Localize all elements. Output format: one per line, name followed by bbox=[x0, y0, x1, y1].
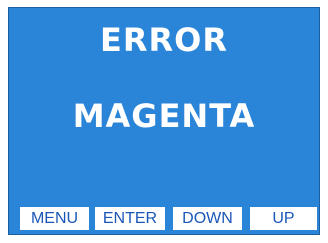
display-line-2: MAGENTA bbox=[72, 97, 256, 135]
lcd-screen: ERROR MAGENTA MENU ENTER DOWN UP bbox=[8, 7, 320, 235]
down-button[interactable]: DOWN bbox=[173, 207, 242, 230]
device-frame: ERROR MAGENTA MENU ENTER DOWN UP bbox=[0, 0, 328, 243]
softkey-bar: MENU ENTER DOWN UP bbox=[9, 207, 319, 231]
display-line-1: ERROR bbox=[100, 21, 228, 59]
up-button[interactable]: UP bbox=[250, 207, 317, 230]
menu-button[interactable]: MENU bbox=[20, 207, 89, 230]
enter-button[interactable]: ENTER bbox=[95, 207, 165, 230]
